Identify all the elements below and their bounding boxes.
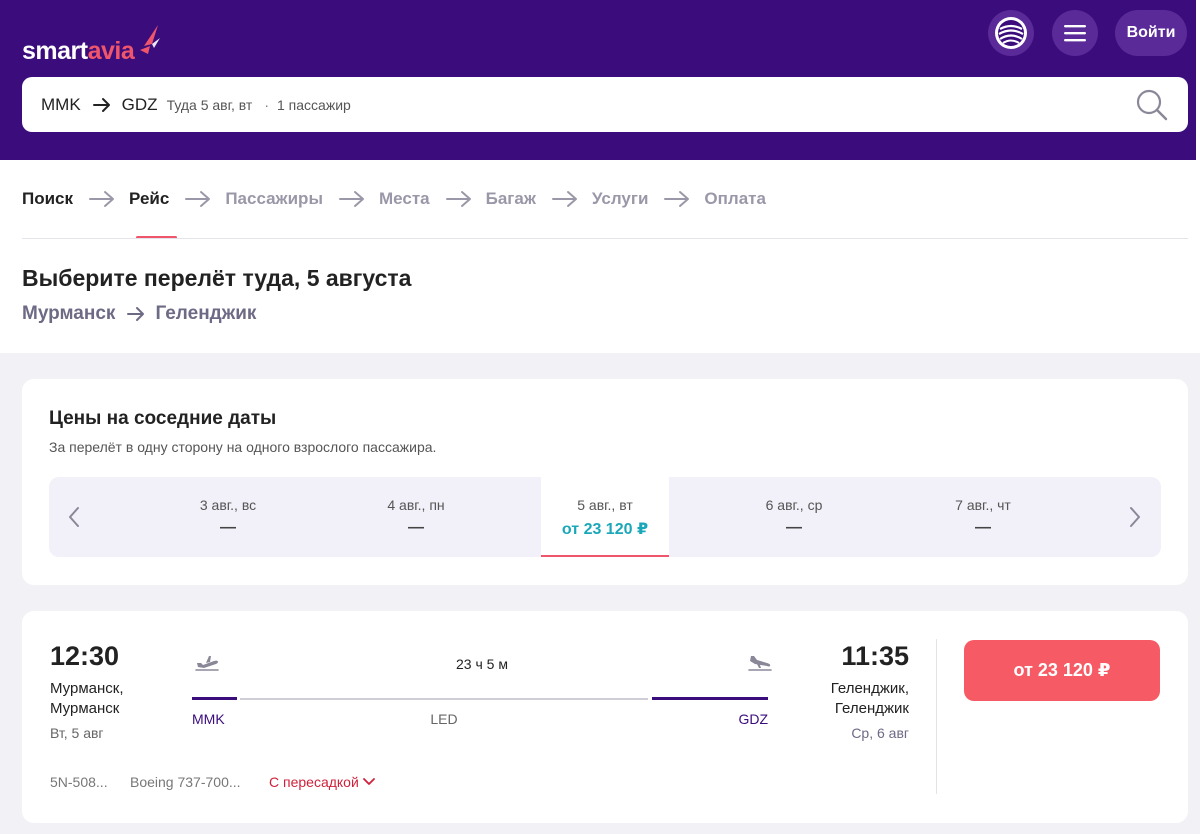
nearby-dates-subtitle: За перелёт в одну сторону на одного взро… <box>49 439 437 455</box>
date-option[interactable]: 7 авг., чт — <box>919 477 1047 557</box>
chevron-left-icon <box>69 507 79 527</box>
route-from: Мурманск <box>22 303 116 324</box>
arrow-right-icon <box>92 97 110 112</box>
transfer-airport-code: LED <box>430 711 458 727</box>
nearby-dates-title: Цены на соседние даты <box>49 408 277 429</box>
booking-steps: Поиск Рейс Пассажиры Места Багаж Услуги … <box>22 186 766 212</box>
booking-header-section: Поиск Рейс Пассажиры Места Багаж Услуги … <box>0 160 1200 353</box>
step-seats: Места <box>378 189 430 208</box>
departure-city-line1: Мурманск, <box>50 680 124 697</box>
date-option-selected[interactable]: 5 авг., вт от 23 120 ₽ <box>541 477 669 557</box>
stops-toggle[interactable]: С пересадкой <box>269 774 375 790</box>
steps-divider <box>22 238 1188 239</box>
search-summary-bar[interactable]: MMK GDZ Туда 5 авг, вт · 1 пассажир <box>22 77 1188 132</box>
departure-date: Вт, 5 авг <box>50 725 104 741</box>
hamburger-icon <box>1064 25 1086 42</box>
search-to-code: GDZ <box>121 94 158 114</box>
next-dates-button[interactable] <box>1123 503 1147 531</box>
layover-line <box>240 698 648 700</box>
search-icon[interactable] <box>1136 89 1168 121</box>
step-arrow-icon <box>338 190 365 208</box>
card-divider <box>936 639 937 794</box>
page-title: Выберите перелёт туда, 5 августа <box>22 265 412 291</box>
prev-dates-button[interactable] <box>62 503 86 531</box>
flight-number: 5N-508... <box>50 774 108 790</box>
arrival-city: Геленджик, Геленджик <box>792 679 909 719</box>
nearby-dates-card: Цены на соседние даты За перелёт в одну … <box>22 379 1188 585</box>
departure-city: Мурманск, Мурманск <box>50 679 160 719</box>
date-label: 4 авг., пн <box>387 497 445 513</box>
arrow-right-icon <box>127 306 145 322</box>
date-option[interactable]: 6 авг., ср — <box>730 477 858 557</box>
arrival-airport-code: GDZ <box>738 711 768 727</box>
arrival-city-line2: Геленджик <box>834 700 909 717</box>
step-arrow-icon <box>551 190 578 208</box>
stops-label: С пересадкой <box>269 774 359 790</box>
step-services: Услуги <box>591 189 649 208</box>
search-from-code: MMK <box>41 94 81 114</box>
step-payment: Оплата <box>704 189 766 208</box>
aircraft-type: Boeing 737-700... <box>130 774 241 790</box>
step-baggage: Багаж <box>485 189 536 208</box>
date-price: — <box>220 519 236 536</box>
logo-text-avia: avia <box>87 37 135 65</box>
route-to: Геленджик <box>155 303 257 324</box>
date-label: 5 авг., вт <box>577 497 633 513</box>
chevron-right-icon <box>1130 507 1140 527</box>
separator-dot: · <box>264 96 269 113</box>
flight-duration: 23 ч 5 м <box>456 656 508 672</box>
date-option[interactable]: 4 авг., пн — <box>352 477 480 557</box>
step-search[interactable]: Поиск <box>22 189 73 209</box>
departure-airport-code: MMK <box>192 711 225 727</box>
arrival-date: Ср, 6 авг <box>851 725 909 741</box>
takeoff-plane-icon <box>195 656 219 671</box>
chevron-down-icon <box>362 778 375 785</box>
date-label: 6 авг., ср <box>765 497 823 513</box>
arrival-time: 11:35 <box>841 641 909 671</box>
step-arrow-icon <box>185 190 211 208</box>
flight-card: 12:30 Мурманск, Мурманск Вт, 5 авг 23 ч … <box>22 611 1188 823</box>
menu-button[interactable] <box>1052 10 1098 56</box>
step-arrow-icon <box>664 190 690 208</box>
select-flight-price-button[interactable]: от 23 120 ₽ <box>964 640 1160 701</box>
departure-city-line2: Мурманск <box>50 700 120 717</box>
route-summary: Мурманск Геленджик <box>22 303 256 325</box>
top-header: smart avia Войти MMK GDZ Туда 5 авг, вт … <box>0 0 1200 160</box>
logo-star-icon <box>140 25 161 54</box>
step-passengers: Пассажиры <box>225 189 323 208</box>
selected-date-indicator <box>541 555 669 557</box>
window-edge <box>1196 0 1200 160</box>
date-price: — <box>975 519 991 536</box>
step-arrow-icon <box>445 190 472 208</box>
search-passengers: 1 пассажир <box>277 96 351 113</box>
date-strip: 3 авг., вс — 4 авг., пн — 5 авг., вт от … <box>49 477 1161 557</box>
flight-segment-2 <box>652 697 768 700</box>
date-price: от 23 120 ₽ <box>561 521 649 538</box>
date-price: — <box>408 519 424 536</box>
departure-time: 12:30 <box>50 641 120 671</box>
date-label: 3 авг., вс <box>199 497 257 513</box>
smartavia-logo[interactable]: smart avia <box>22 24 162 66</box>
landing-plane-icon <box>748 656 772 671</box>
date-option[interactable]: 3 авг., вс — <box>164 477 292 557</box>
date-price: — <box>786 519 802 536</box>
logo-text-smart: smart <box>22 37 88 65</box>
arrival-city-line1: Геленджик, <box>830 680 909 697</box>
flight-segment-1 <box>192 697 237 700</box>
date-label: 7 авг., чт <box>955 497 1011 513</box>
search-date: Туда 5 авг, вт <box>166 96 253 113</box>
step-arrow-icon <box>89 190 115 208</box>
login-button[interactable]: Войти <box>1115 10 1187 56</box>
step-flight[interactable]: Рейс <box>129 189 169 209</box>
language-button[interactable] <box>988 10 1034 56</box>
globe-icon <box>995 17 1027 49</box>
